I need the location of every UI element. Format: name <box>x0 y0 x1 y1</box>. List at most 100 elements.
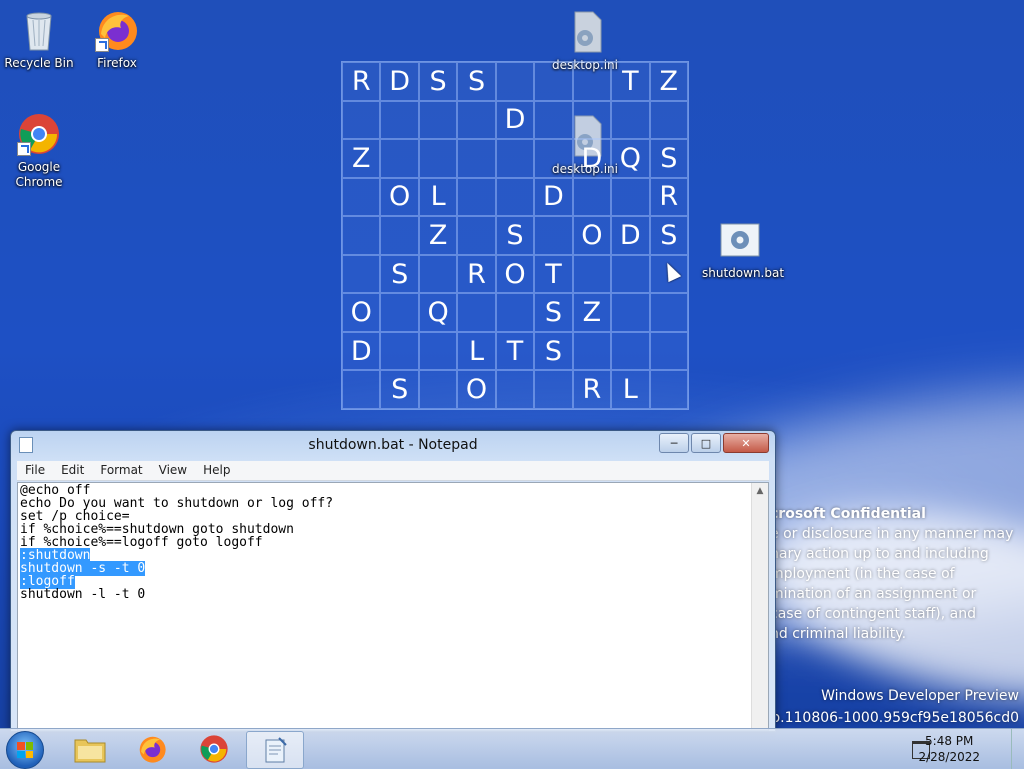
puzzle-cell: Z <box>342 139 381 178</box>
puzzle-cell <box>457 100 496 140</box>
menu-edit[interactable]: Edit <box>53 461 92 480</box>
editor-line: shutdown -l -t 0 <box>20 588 333 601</box>
puzzle-cell: O <box>342 293 381 332</box>
watermark-heading: crosoft Confidential <box>770 506 926 522</box>
puzzle-cell <box>457 216 496 255</box>
puzzle-cell <box>342 254 381 294</box>
desktop-icon-shutdown-bat[interactable]: shutdown.bat <box>702 218 784 281</box>
puzzle-cell: D <box>342 331 381 371</box>
batch-file-icon <box>718 218 762 262</box>
menu-view[interactable]: View <box>151 461 195 480</box>
puzzle-cell <box>418 331 458 371</box>
menu-file[interactable]: File <box>17 461 53 480</box>
letter-puzzle-grid: RDSSTZDZDQSOLDRZSODSSROTOQSZDLTSSORL <box>341 61 689 410</box>
desktop-icon-recycle-bin[interactable]: Recycle Bin <box>1 8 77 71</box>
puzzle-cell <box>534 100 573 140</box>
desktop-icon-label: Firefox <box>97 56 137 70</box>
puzzle-cell <box>495 62 535 101</box>
puzzle-cell: Q <box>418 293 458 332</box>
puzzle-cell <box>572 254 612 294</box>
taskbar-firefox-button[interactable] <box>124 731 180 767</box>
puzzle-cell <box>534 216 573 255</box>
taskbar-clock[interactable]: 5:48 PM 2/28/2022 <box>918 733 980 765</box>
firefox-icon <box>95 8 139 52</box>
watermark-line: mination of an assignment or <box>770 586 977 602</box>
puzzle-cell: S <box>457 62 496 101</box>
puzzle-cell: D <box>534 177 573 217</box>
minimize-button[interactable]: ─ <box>659 433 689 453</box>
menu-format[interactable]: Format <box>92 461 150 480</box>
clock-date: 2/28/2022 <box>918 750 980 764</box>
puzzle-cell: O <box>495 254 535 294</box>
notepad-window[interactable]: shutdown.bat - Notepad ─ □ ✕ File Edit F… <box>10 430 776 732</box>
puzzle-cell: Q <box>611 139 650 178</box>
puzzle-cell <box>649 331 688 371</box>
puzzle-cell <box>342 100 381 140</box>
text-editor[interactable]: @echo off echo Do you want to shutdown or… <box>17 482 769 731</box>
puzzle-cell: S <box>649 216 688 255</box>
watermark-line: case of contingent staff), and <box>770 606 976 622</box>
puzzle-cell <box>380 331 419 371</box>
menu-help[interactable]: Help <box>195 461 238 480</box>
puzzle-cell: R <box>342 62 381 101</box>
title-bar[interactable]: shutdown.bat - Notepad ─ □ ✕ <box>11 431 775 459</box>
puzzle-cell <box>342 370 381 409</box>
puzzle-cell <box>649 100 688 140</box>
show-desktop-button[interactable] <box>1011 729 1024 769</box>
clock-time: 5:48 PM <box>925 734 974 748</box>
puzzle-cell: D <box>572 139 612 178</box>
puzzle-cell <box>342 216 381 255</box>
puzzle-cell <box>572 177 612 217</box>
puzzle-cell <box>572 62 612 101</box>
chrome-icon <box>200 735 228 763</box>
vertical-scrollbar[interactable]: ▲ <box>751 483 768 730</box>
puzzle-cell: Z <box>649 62 688 101</box>
puzzle-cell <box>380 293 419 332</box>
puzzle-cell <box>380 100 419 140</box>
puzzle-cell: R <box>649 177 688 217</box>
recycle-bin-icon <box>17 8 61 52</box>
puzzle-cell <box>611 254 650 294</box>
scroll-up-icon[interactable]: ▲ <box>752 483 768 499</box>
puzzle-cell: T <box>495 331 535 371</box>
chrome-icon <box>17 112 61 156</box>
puzzle-cell: S <box>380 254 419 294</box>
build-string: reap.110806-1000.959cf95e18056cd0 <box>748 710 1019 726</box>
desktop-icon-chrome[interactable]: Google Chrome <box>1 112 77 190</box>
desktop-icon-label: Google Chrome <box>15 160 63 189</box>
puzzle-cell: T <box>534 254 573 294</box>
build-name: Windows Developer Preview <box>821 688 1019 704</box>
maximize-button[interactable]: □ <box>691 433 721 453</box>
puzzle-cell: D <box>495 100 535 140</box>
taskbar-explorer-button[interactable] <box>62 731 118 767</box>
puzzle-cell <box>495 139 535 178</box>
puzzle-cell: L <box>611 370 650 409</box>
desktop-icon-label: Recycle Bin <box>4 56 74 70</box>
watermark-line: nary action up to and including <box>770 546 989 562</box>
taskbar-chrome-button[interactable] <box>186 731 242 767</box>
puzzle-cell <box>572 100 612 140</box>
menu-bar: File Edit Format View Help <box>17 461 769 481</box>
puzzle-cell: R <box>572 370 612 409</box>
puzzle-cell: S <box>534 293 573 332</box>
puzzle-cell: S <box>649 139 688 178</box>
taskbar-notepad-button[interactable] <box>246 731 304 769</box>
build-watermark: Windows Developer Preview reap.110806-10… <box>749 685 1019 729</box>
puzzle-cell: D <box>611 216 650 255</box>
puzzle-cell: D <box>380 62 419 101</box>
puzzle-cell <box>418 139 458 178</box>
editor-content[interactable]: @echo off echo Do you want to shutdown or… <box>20 484 333 601</box>
puzzle-cell <box>495 370 535 409</box>
start-button[interactable] <box>6 731 44 769</box>
puzzle-cell <box>457 293 496 332</box>
puzzle-cell: O <box>380 177 419 217</box>
puzzle-cell: O <box>457 370 496 409</box>
puzzle-cell <box>649 370 688 409</box>
desktop-icon-firefox[interactable]: Firefox <box>79 8 155 71</box>
puzzle-cell <box>495 177 535 217</box>
close-button[interactable]: ✕ <box>723 433 769 453</box>
puzzle-cell <box>534 370 573 409</box>
puzzle-cell: R <box>457 254 496 294</box>
puzzle-cell <box>457 139 496 178</box>
puzzle-cell <box>611 177 650 217</box>
